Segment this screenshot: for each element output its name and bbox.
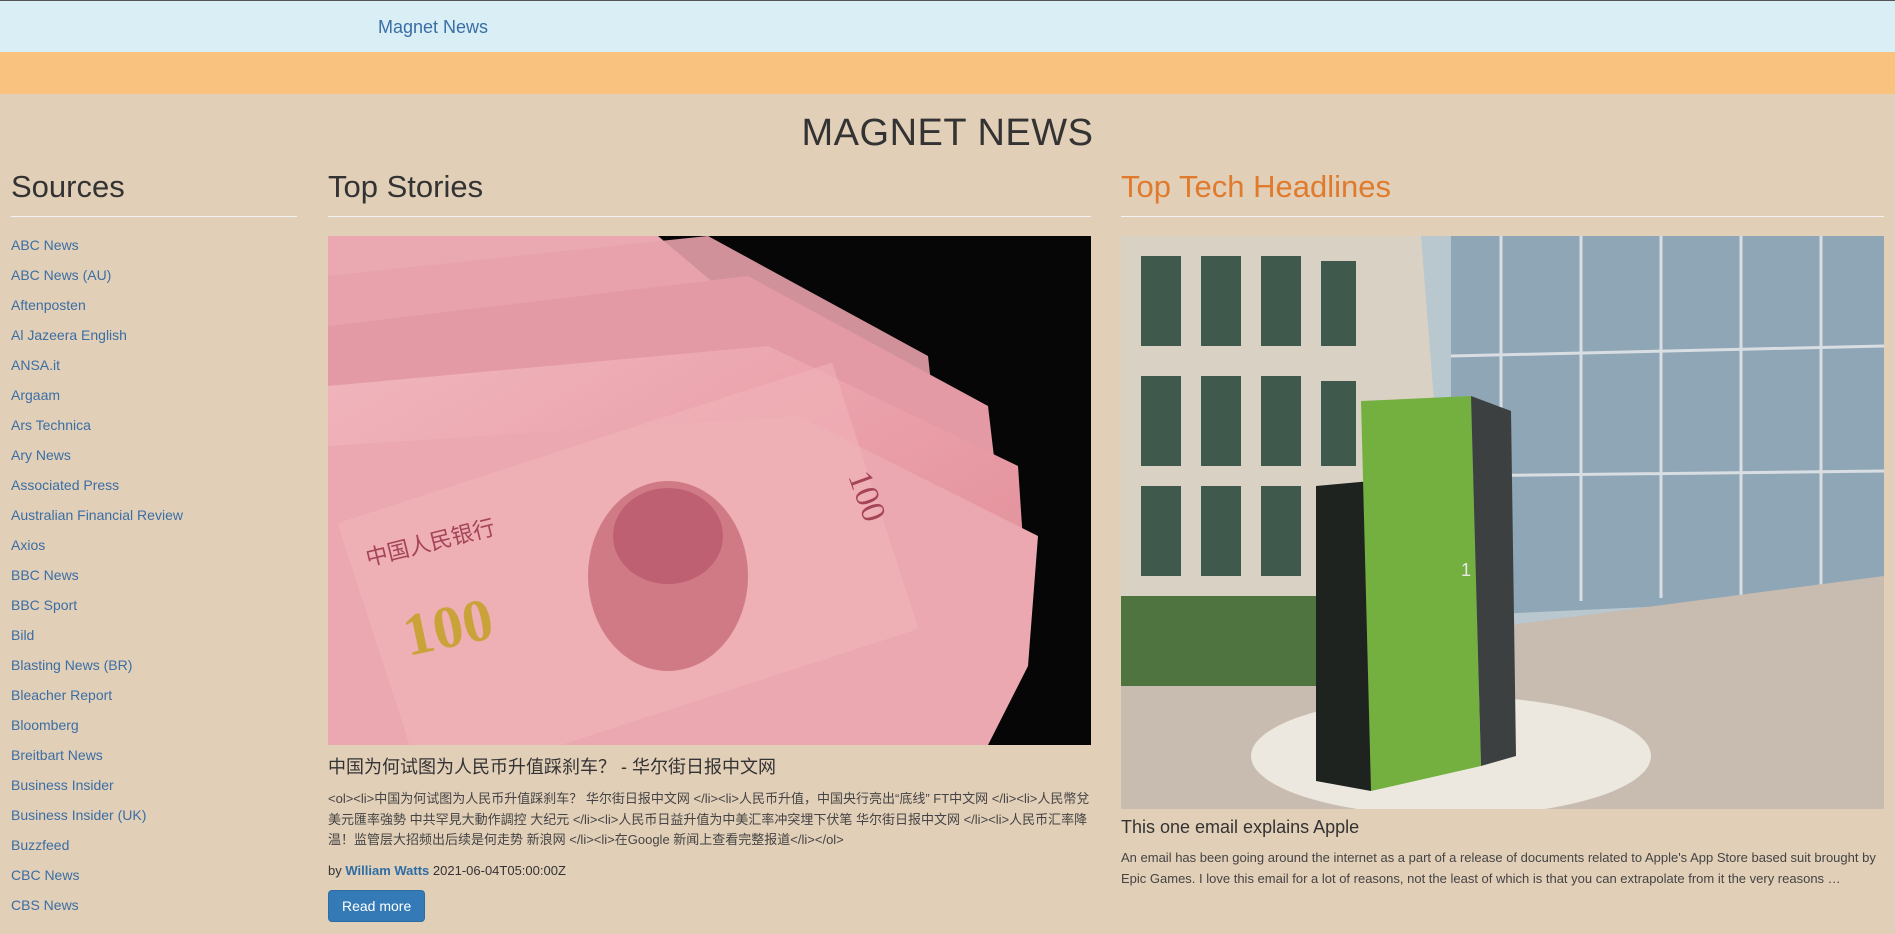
story-author: William Watts bbox=[345, 862, 430, 878]
source-item: Ary News bbox=[11, 446, 297, 476]
source-link[interactable]: ABC News (AU) bbox=[11, 267, 111, 283]
source-link[interactable]: Blasting News (BR) bbox=[11, 657, 132, 673]
source-item: Al Jazeera English bbox=[11, 326, 297, 356]
source-link[interactable]: Bleacher Report bbox=[11, 687, 112, 703]
source-item: Argaam bbox=[11, 386, 297, 416]
divider bbox=[11, 216, 297, 217]
source-link[interactable]: Bild bbox=[11, 627, 34, 643]
tech-story-description: An email has been going around the inter… bbox=[1121, 850, 1876, 886]
source-item: ANSA.it bbox=[11, 356, 297, 386]
tech-headlines-column: Top Tech Headlines 1 This one email expl… bbox=[1121, 160, 1884, 889]
story-title[interactable]: 中国为何试图为人民币升值踩刹车？ - 华尔街日报中文网 bbox=[328, 753, 1091, 779]
top-stories-column: Top Stories 100 100 中国人民银行 中国为何试图为人民币升值踩… bbox=[328, 160, 1091, 922]
source-link[interactable]: Axios bbox=[11, 537, 45, 553]
site-title: MAGNET NEWS bbox=[801, 112, 1094, 154]
source-link[interactable]: Aftenposten bbox=[11, 297, 86, 313]
story-description: <ol><li>中国为何试图为人民币升值踩刹车？ 华尔街日报中文网 </li><… bbox=[328, 791, 1090, 847]
story-date: 2021-06-04T05:00:00Z bbox=[432, 862, 566, 878]
top-stories-heading: Top Stories bbox=[328, 169, 484, 204]
source-link[interactable]: Business Insider (UK) bbox=[11, 807, 146, 823]
story-image[interactable]: 100 100 中国人民银行 bbox=[328, 236, 1091, 745]
source-link[interactable]: BBC News bbox=[11, 567, 79, 583]
source-item: Ars Technica bbox=[11, 416, 297, 446]
tech-story-image[interactable]: 1 bbox=[1121, 236, 1884, 809]
source-list: ABC News ABC News (AU) Aftenposten Al Jazee… bbox=[11, 236, 297, 926]
source-item: BBC Sport bbox=[11, 596, 297, 626]
banknotes-image: 100 100 中国人民银行 bbox=[328, 236, 1091, 745]
sources-heading: Sources bbox=[11, 169, 125, 204]
source-link[interactable]: Business Insider bbox=[11, 777, 114, 793]
svg-text:1: 1 bbox=[1461, 560, 1471, 580]
sources-column: Sources ABC News ABC News (AU) Aftenposten… bbox=[11, 160, 297, 926]
source-item: Buzzfeed bbox=[11, 836, 297, 866]
source-item: Blasting News (BR) bbox=[11, 656, 297, 686]
source-link[interactable]: BBC Sport bbox=[11, 597, 77, 613]
source-item: BBC News bbox=[11, 566, 297, 596]
source-item: Bleacher Report bbox=[11, 686, 297, 716]
source-link[interactable]: CBS News bbox=[11, 897, 79, 913]
apple-campus-image: 1 bbox=[1121, 236, 1884, 809]
source-link[interactable]: Ary News bbox=[11, 447, 71, 463]
source-link[interactable]: CBC News bbox=[11, 867, 79, 883]
source-item: Bloomberg bbox=[11, 716, 297, 746]
source-link[interactable]: Argaam bbox=[11, 387, 60, 403]
banner-bar bbox=[0, 52, 1895, 94]
byline-prefix: by bbox=[328, 862, 342, 878]
divider bbox=[1121, 216, 1884, 217]
source-item: Business Insider (UK) bbox=[11, 806, 297, 836]
source-item: Axios bbox=[11, 536, 297, 566]
divider bbox=[328, 216, 1091, 217]
source-link[interactable]: Breitbart News bbox=[11, 747, 103, 763]
source-item: Breitbart News bbox=[11, 746, 297, 776]
story-byline: by William Watts 2021-06-04T05:00:00Z bbox=[328, 863, 1091, 878]
source-item: Bild bbox=[11, 626, 297, 656]
content-columns: Sources ABC News ABC News (AU) Aftenposten… bbox=[0, 160, 1895, 922]
source-link[interactable]: Buzzfeed bbox=[11, 837, 69, 853]
source-item: Aftenposten bbox=[11, 296, 297, 326]
brand-link[interactable]: Magnet News bbox=[378, 17, 488, 38]
source-item: Australian Financial Review bbox=[11, 506, 297, 536]
source-item: CBS News bbox=[11, 896, 297, 926]
source-item: CBC News bbox=[11, 866, 297, 896]
source-item: ABC News bbox=[11, 236, 297, 266]
source-item: ABC News (AU) bbox=[11, 266, 297, 296]
source-item: Business Insider bbox=[11, 776, 297, 806]
tech-story-title[interactable]: This one email explains Apple bbox=[1121, 817, 1884, 838]
source-item: Associated Press bbox=[11, 476, 297, 506]
source-link[interactable]: ANSA.it bbox=[11, 357, 60, 373]
source-link[interactable]: Australian Financial Review bbox=[11, 507, 183, 523]
source-link[interactable]: Al Jazeera English bbox=[11, 327, 127, 343]
source-link[interactable]: Ars Technica bbox=[11, 417, 91, 433]
read-more-button[interactable]: Read more bbox=[328, 889, 426, 922]
source-link[interactable]: Bloomberg bbox=[11, 717, 79, 733]
top-navbar: Magnet News bbox=[0, 0, 1895, 52]
tech-headlines-heading: Top Tech Headlines bbox=[1121, 169, 1391, 204]
source-link[interactable]: ABC News bbox=[11, 237, 79, 253]
source-link[interactable]: Associated Press bbox=[11, 477, 119, 493]
